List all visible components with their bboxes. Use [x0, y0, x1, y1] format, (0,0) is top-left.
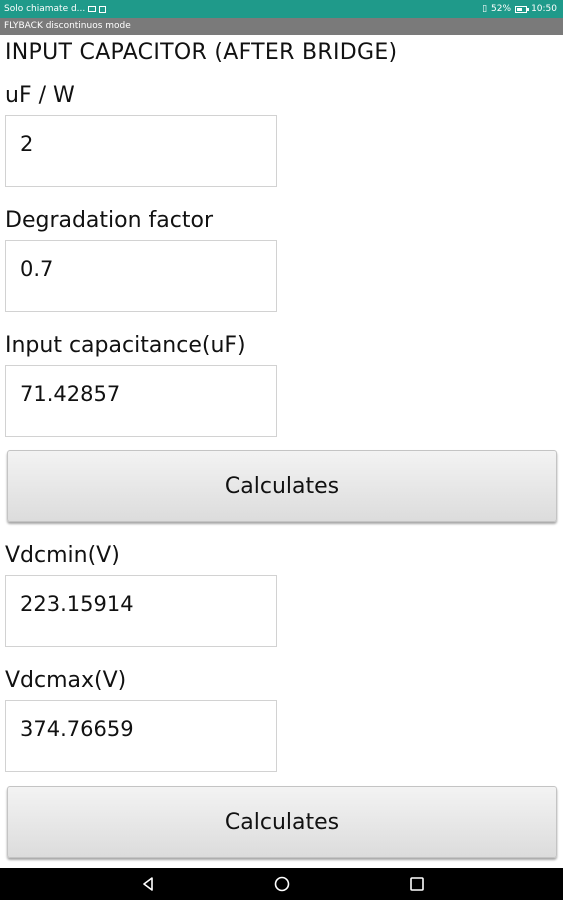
battery-percent: 52%: [491, 4, 512, 14]
app-title: FLYBACK discontinuos mode: [4, 21, 131, 31]
image-icon: [99, 5, 107, 13]
vdcmin-label: Vdcmin(V): [5, 543, 120, 568]
recents-icon[interactable]: [409, 876, 425, 892]
calculate-button-label: Calculates: [224, 473, 340, 499]
battery-icon: [515, 5, 530, 13]
vdcmax-field[interactable]: 374.76659: [5, 700, 277, 772]
calculate-voltage-button[interactable]: Calculates: [7, 786, 557, 858]
app-title-bar: FLYBACK discontinuos mode: [0, 18, 563, 35]
calculate-button-label: Calculates: [224, 809, 340, 835]
uf-per-w-label: uF / W: [5, 83, 75, 108]
status-time: 10:50: [531, 4, 557, 14]
back-icon[interactable]: [140, 876, 156, 892]
input-capacitance-label: Input capacitance(uF): [5, 333, 246, 358]
input-capacitance-field[interactable]: 71.42857: [5, 365, 277, 437]
uf-per-w-input[interactable]: 2: [5, 115, 277, 187]
section-title: INPUT CAPACITOR (AFTER BRIDGE): [5, 40, 398, 65]
degradation-factor-input[interactable]: 0.7: [5, 240, 277, 312]
vibrate-icon: ▯: [482, 4, 488, 14]
status-bar: Solo chiamate d... ▯ 52% 10:50: [0, 0, 563, 18]
vdcmin-field[interactable]: 223.15914: [5, 575, 277, 647]
calculate-capacitance-button[interactable]: Calculates: [7, 450, 557, 522]
navigation-bar: [0, 868, 563, 900]
vdcmax-label: Vdcmax(V): [5, 668, 127, 693]
home-icon[interactable]: [274, 876, 290, 892]
status-left: Solo chiamate d...: [4, 4, 107, 14]
degradation-factor-label: Degradation factor: [5, 208, 214, 233]
notification-text: Solo chiamate d...: [4, 4, 86, 14]
app-screen: Solo chiamate d... ▯ 52% 10:50 FLYBACK d…: [0, 0, 563, 900]
status-right: ▯ 52% 10:50: [482, 4, 557, 14]
message-icon: [88, 6, 97, 12]
